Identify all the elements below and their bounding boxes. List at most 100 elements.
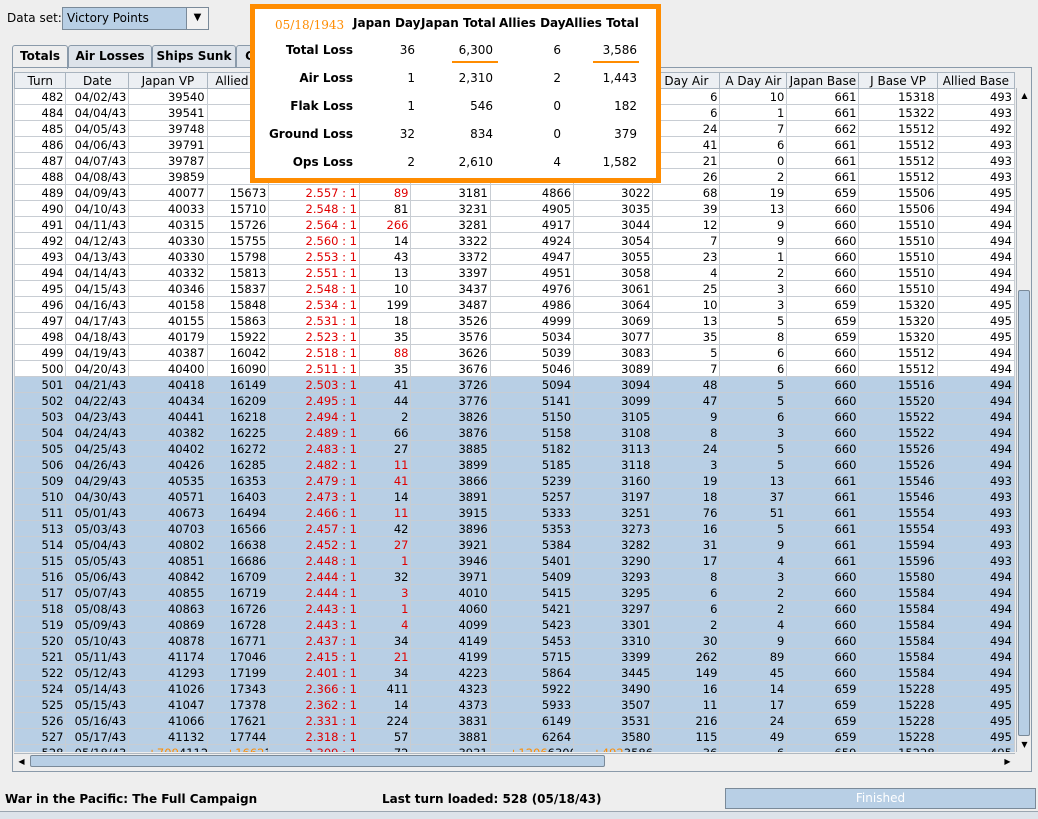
cell-value: 660 (834, 265, 857, 280)
tab-ships-sunk[interactable]: Ships Sunk (152, 45, 236, 67)
table-row[interactable]: 489 04/09/43 40077 15673 2.557 : 1 89 3181 4866… (14, 184, 1015, 201)
table-row[interactable]: 520 05/10/43 40878 16771 2.437 : 1 34 4149 5453… (14, 632, 1015, 649)
table-row[interactable]: 519 05/09/43 40869 16728 2.443 : 1 4 4099 5423 3… (14, 616, 1015, 633)
table-row[interactable]: 499 04/19/43 40387 16042 2.518 : 1 88 3626 5039… (14, 344, 1015, 361)
cell-value: 495 (990, 681, 1012, 696)
cell-value: 493 (990, 521, 1012, 536)
summary-date: 05/18/1943 (275, 18, 345, 32)
table-cell: 25 (652, 280, 721, 297)
table-row[interactable]: 515 05/05/43 40851 16686 2.448 : 1 1 3946 5401 3… (14, 552, 1015, 569)
table-cell: 4199 (410, 648, 491, 665)
cell-value: 51 (769, 505, 785, 520)
chevron-down-icon[interactable]: ▼ (186, 8, 208, 29)
table-cell: 3866 (410, 472, 491, 489)
column-header[interactable]: A Day Air (719, 72, 788, 89)
table-cell: 6 (719, 360, 788, 377)
table-row[interactable]: 503 04/23/43 40441 16218 2.494 : 1 2 3826 5150 3… (14, 408, 1015, 425)
column-header[interactable]: J Base VP (858, 72, 938, 89)
scroll-down-icon[interactable]: ▼ (1017, 737, 1032, 752)
cell-value: 5423 (541, 617, 572, 632)
table-row[interactable]: 52805/18/43+70941127+1662178112.309 : 17… (14, 744, 1015, 752)
cell-value: 495 (990, 713, 1012, 728)
tab-totals[interactable]: Totals (12, 45, 68, 69)
table-row[interactable]: 492 04/12/43 40330 15755 2.560 : 1 14 3322 4924… (14, 232, 1015, 249)
column-header[interactable]: Japan Base (786, 72, 860, 89)
cell-value: 39541 (167, 105, 205, 120)
table-row[interactable]: 527 05/17/43 41132 17744 2.318 : 1 57 3881 6264… (14, 728, 1015, 745)
column-header[interactable]: Turn (14, 72, 67, 89)
table-cell: 661 (786, 136, 860, 153)
table-row[interactable]: 511 05/01/43 40673 16494 2.466 : 1 11 3915 5333… (14, 504, 1015, 521)
cell-value: 13 (769, 473, 785, 488)
table-cell: 4099 (410, 616, 491, 633)
table-row[interactable]: 494 04/14/43 40332 15813 2.551 : 1 13 3397 4951… (14, 264, 1015, 281)
table-row[interactable]: 524 05/14/43 41026 17343 2.366 : 1 411 4323 592… (14, 680, 1015, 697)
table-row[interactable]: 497 04/17/43 40155 15863 2.531 : 1 18 3526 4999… (14, 312, 1015, 329)
table-cell: 660 (786, 632, 860, 649)
table-cell: 2.401 : 1 (268, 664, 360, 681)
table-row[interactable]: 501 04/21/43 40418 16149 2.503 : 1 41 3726 5094… (14, 376, 1015, 393)
table-row[interactable]: 525 05/15/43 41047 17378 2.362 : 1 14 4373 5933… (14, 696, 1015, 713)
column-header[interactable]: Date (65, 72, 130, 89)
table-cell: 660 (786, 424, 860, 441)
table-cell: 16638 (206, 536, 270, 553)
scroll-left-icon[interactable]: ◀ (14, 754, 29, 769)
table-row[interactable]: 509 04/29/43 40535 16353 2.479 : 1 41 3866 5239… (14, 472, 1015, 489)
table-row[interactable]: 521 05/11/43 41174 17046 2.415 : 1 21 4199 5715… (14, 648, 1015, 665)
table-row[interactable]: 504 04/24/43 40382 16225 2.489 : 1 66 3876 5158… (14, 424, 1015, 441)
tab-air-losses[interactable]: Air Losses (68, 45, 152, 67)
column-header[interactable]: Day Air (652, 72, 721, 89)
cell-value: 8 (710, 569, 718, 584)
cell-value: 3 (710, 457, 718, 472)
table-cell: 2.443 : 1 (268, 616, 360, 633)
cell-value: 493 (990, 489, 1012, 504)
cell-value: 8 (710, 425, 718, 440)
vertical-scroll-thumb[interactable] (1018, 290, 1030, 736)
table-cell: 2.531 : 1 (268, 312, 360, 329)
last-turn-status: Last turn loaded: 528 (05/18/43) (382, 792, 602, 806)
table-cell: 40346 (128, 280, 208, 297)
column-header[interactable]: Allied Base (936, 72, 1015, 89)
table-row[interactable]: 513 05/03/43 40703 16566 2.457 : 1 42 3896 5353… (14, 520, 1015, 537)
cell-value: 149 (695, 665, 718, 680)
scroll-right-icon[interactable]: ▶ (1000, 754, 1015, 769)
cell-value: 41 (393, 377, 409, 392)
table-row[interactable]: 517 05/07/43 40855 16719 2.444 : 1 3 4010 5415 3… (14, 584, 1015, 601)
cell-value: 40855 (167, 585, 205, 600)
table-cell: 2.548 : 1 (268, 200, 360, 217)
cell-value: 7 (710, 361, 718, 376)
table-row[interactable]: 516 05/06/43 40842 16709 2.444 : 1 32 3971 5409… (14, 568, 1015, 585)
table-row[interactable]: 500 04/20/43 40400 16090 2.511 : 1 35 3676 5046… (14, 360, 1015, 377)
table-row[interactable]: 491 04/11/43 40315 15726 2.564 : 1 266 3281 491… (14, 216, 1015, 233)
table-row[interactable]: 502 04/22/43 40434 16209 2.495 : 1 44 3776 5141… (14, 392, 1015, 409)
table-cell: 494 (936, 232, 1015, 249)
table-row[interactable]: 526 05/16/43 41066 17621 2.331 : 1 224 3831 614… (14, 712, 1015, 729)
table-row[interactable]: 498 04/18/43 40179 15922 2.523 : 1 35 3576 5034… (14, 328, 1015, 345)
table-row[interactable]: 493 04/13/43 40330 15798 2.553 : 1 43 3372 4947… (14, 248, 1015, 265)
table-cell: 04/17/43 (65, 312, 130, 329)
table-row[interactable]: 490 04/10/43 40033 15710 2.548 : 1 81 3231 4905… (14, 200, 1015, 217)
column-header[interactable]: Japan VP (128, 72, 208, 89)
table-row[interactable]: 495 04/15/43 40346 15837 2.548 : 1 10 3437 4976… (14, 280, 1015, 297)
scroll-up-icon[interactable]: ▲ (1017, 88, 1032, 103)
horizontal-scrollbar[interactable]: ◀ ▶ (14, 753, 1015, 769)
table-cell: 04/08/43 (65, 168, 130, 185)
dataset-select[interactable]: Victory Points ▼ (62, 7, 209, 30)
table-cell: 04/09/43 (65, 184, 130, 201)
table-row[interactable]: 496 04/16/43 40158 15848 2.534 : 1 199 3487 498… (14, 296, 1015, 313)
table-row[interactable]: 505 04/25/43 40402 16272 2.483 : 1 27 3885 5182… (14, 440, 1015, 457)
table-cell: 04/15/43 (65, 280, 130, 297)
table-cell: 6 (652, 104, 721, 121)
table-row[interactable]: 522 05/12/43 41293 17199 2.401 : 1 34 4223 5864… (14, 664, 1015, 681)
table-row[interactable]: 518 05/08/43 40863 16726 2.443 : 1 1 4060 5421 3… (14, 600, 1015, 617)
horizontal-scroll-thumb[interactable] (30, 755, 605, 767)
vertical-scrollbar[interactable]: ▲ ▼ (1016, 88, 1031, 752)
cell-value: 15526 (898, 457, 935, 472)
table-row[interactable]: 510 04/30/43 40571 16403 2.473 : 1 14 3891 5257… (14, 488, 1015, 505)
table-row[interactable]: 506 04/26/43 40426 16285 2.482 : 1 11 3899 5185… (14, 456, 1015, 473)
cell-value: 15510 (898, 249, 935, 264)
table-cell: 5039 (489, 344, 575, 361)
table-row[interactable]: 514 05/04/43 40802 16638 2.452 : 1 27 3921 5384… (14, 536, 1015, 553)
table-cell: 494 (936, 392, 1015, 409)
cell-value: 3899 (458, 457, 488, 472)
